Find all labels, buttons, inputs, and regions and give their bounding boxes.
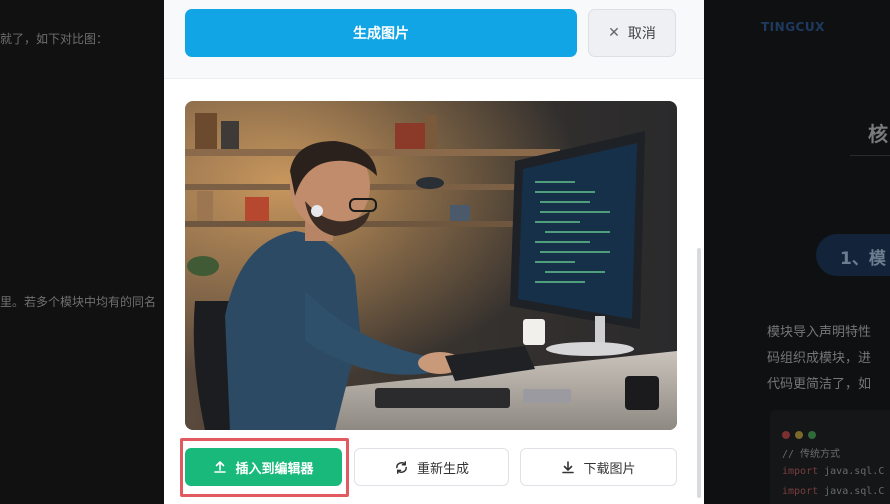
- section-title: 1、模: [840, 249, 886, 269]
- site-logo: TINGCUX: [761, 20, 825, 34]
- modal-action-bar: 生成图片 ✕ 取消: [164, 0, 704, 79]
- green-dot-icon: [808, 431, 816, 439]
- section-title-pill: 1、模: [816, 234, 890, 276]
- background-text: 里。若多个模块中均有的同名: [0, 295, 157, 309]
- divider: [850, 155, 890, 156]
- regenerate-button[interactable]: 重新生成: [354, 448, 509, 486]
- paragraph-line: 代码更简洁了，如: [767, 377, 872, 392]
- regenerate-label: 重新生成: [416, 461, 469, 477]
- generate-image-button[interactable]: 生成图片: [185, 9, 577, 57]
- download-image-button[interactable]: 下载图片: [520, 448, 677, 486]
- background-page-left: 就了，如下对比图： 里。若多个模块中均有的同名: [0, 0, 164, 504]
- code-line: import java.sql.C: [782, 486, 885, 497]
- paragraph-line: 模块导入声明特性: [767, 325, 872, 340]
- yellow-dot-icon: [795, 431, 803, 439]
- close-icon: ✕: [608, 25, 620, 41]
- background-page-right: TINGCUX 核 1、模 模块导入声明特性 码组织成模块，进 代码更简洁了，如…: [704, 0, 890, 504]
- cancel-label: 取消: [627, 26, 656, 42]
- highlight-box: [180, 438, 349, 497]
- code-comment: // 传统方式: [782, 449, 841, 460]
- cancel-button[interactable]: ✕ 取消: [588, 9, 676, 57]
- code-block: // 传统方式 import java.sql.C import java.sq…: [770, 410, 890, 504]
- refresh-icon: [394, 460, 409, 475]
- background-text: 就了，如下对比图：: [0, 32, 109, 46]
- scrollbar-thumb[interactable]: [697, 248, 701, 498]
- download-image-label: 下载图片: [583, 461, 636, 477]
- paragraph-line: 码组织成模块，进: [767, 351, 872, 366]
- image-generation-modal: 生成图片 ✕ 取消 插入到编辑器 重新生成 下载图片: [164, 0, 704, 504]
- window-dots: [782, 424, 821, 443]
- generated-image: [185, 101, 677, 430]
- download-icon: [561, 460, 575, 474]
- background-heading: 核: [868, 122, 888, 146]
- generate-image-label: 生成图片: [353, 26, 409, 42]
- code-line: import java.sql.C: [782, 466, 885, 477]
- scrollbar[interactable]: [697, 78, 702, 504]
- red-dot-icon: [782, 431, 790, 439]
